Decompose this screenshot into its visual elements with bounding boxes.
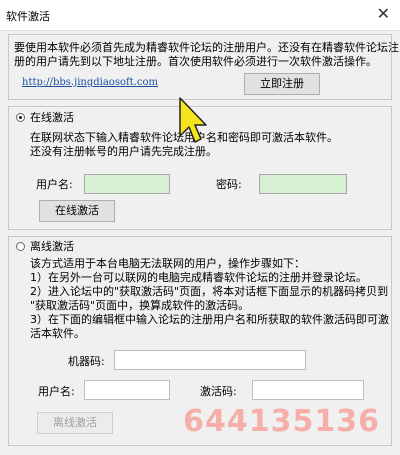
offline-activation-radio[interactable] [16, 242, 25, 251]
offline-username-label: 用户名: [38, 385, 75, 398]
offline-activation-label[interactable]: 离线激活 [30, 240, 74, 253]
online-username-label: 用户名: [36, 178, 73, 191]
offline-info-line-1: 该方式适用于本台电脑无法联网的用户，操作步骤如下： [30, 257, 305, 270]
online-activation-radio[interactable] [16, 113, 25, 122]
offline-info-line-6: 活本软件。 [30, 327, 85, 340]
online-password-field[interactable] [259, 174, 347, 194]
title-bar: 软件激活 ✕ [0, 0, 400, 31]
register-button[interactable]: 立即注册 [244, 73, 320, 95]
close-icon[interactable]: ✕ [377, 4, 390, 23]
mouse-pointer-icon [179, 97, 207, 143]
intro-line-1: 要使用本软件必须首先成为精睿软件论坛的注册用户。还没有在精睿软件论坛注 [14, 41, 399, 54]
machine-code-field[interactable] [114, 350, 306, 370]
online-activation-label[interactable]: 在线激活 [30, 111, 74, 124]
online-password-label: 密码: [216, 178, 242, 191]
offline-info-line-3: 2）进入论坛中的"获取激活码"页面，将本对话框下面显示的机器码拷贝到 [30, 285, 389, 298]
offline-username-field[interactable] [84, 380, 170, 400]
offline-info-line-2: 1）在另外一台可以联网的电脑完成精睿软件论坛的注册并登录论坛。 [30, 271, 367, 284]
activation-code-label: 激活码: [200, 385, 237, 398]
offline-info-line-4: "获取激活码"页面中，换算成软件的激活码。 [30, 299, 250, 312]
offline-info-line-5: 3）在下面的编辑框中输入论坛的注册用户名和所获取的软件激活码即可激 [30, 313, 389, 326]
window-title: 软件激活 [6, 10, 50, 23]
online-username-field[interactable] [84, 174, 170, 194]
online-info-line-2: 还没有注册帐号的用户请先完成注册。 [30, 145, 217, 158]
watermark-number: 644135136 [183, 404, 380, 439]
activation-code-field[interactable] [252, 380, 364, 400]
register-url-link[interactable]: http://bbs.jingdiaosoft.com [22, 76, 158, 89]
online-activate-button[interactable]: 在线激活 [39, 200, 115, 222]
intro-line-2: 册的用户请先到以下地址注册。首次使用软件必须进行一次软件激活操作。 [14, 55, 377, 68]
machine-code-label: 机器码: [68, 355, 105, 368]
offline-activate-button[interactable]: 离线激活 [37, 412, 113, 434]
